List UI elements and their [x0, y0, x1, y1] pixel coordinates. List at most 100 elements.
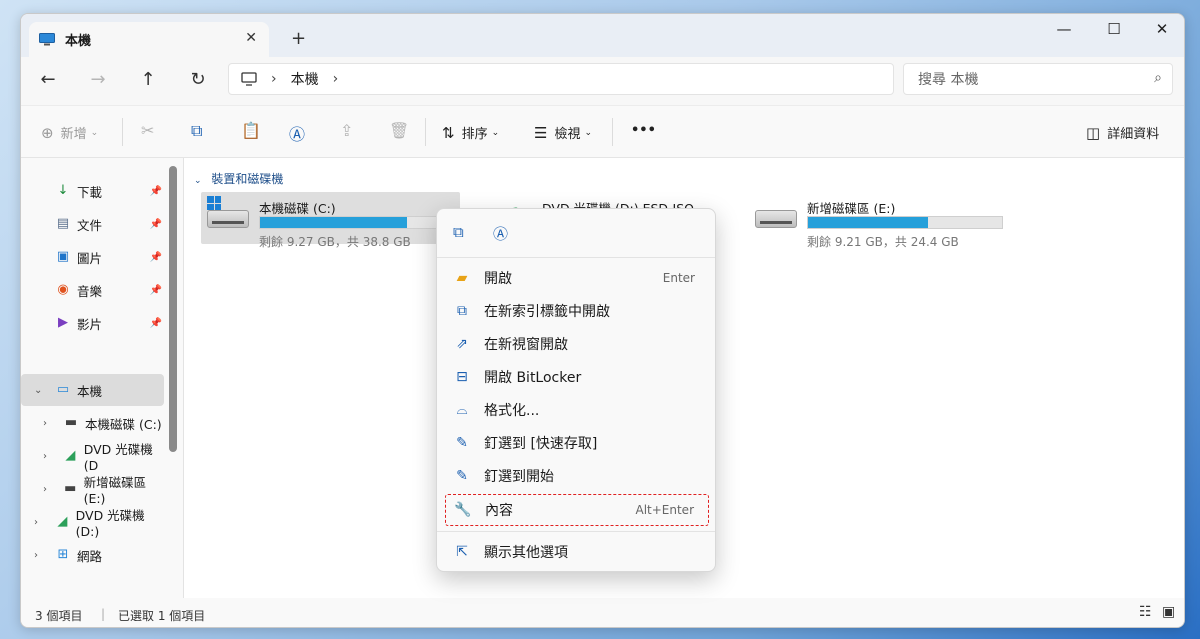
wrench-icon: 🔧 — [454, 502, 472, 518]
details-label: 詳細資料 — [1107, 127, 1160, 142]
dvd-icon: ◢ — [65, 448, 76, 463]
menu-item-label: 釘選到開始 — [484, 469, 554, 485]
pin-icon: 📌 — [149, 218, 162, 230]
sidebar-item-downloads[interactable]: ↓ 下載 📌 — [21, 175, 164, 207]
new-label: 新增 — [60, 127, 87, 142]
plus-circle-icon: ⊕ — [41, 123, 54, 142]
sort-button[interactable]: ⇅ 排序 ⌄ — [442, 123, 500, 143]
music-icon: ◉ — [57, 282, 69, 297]
sidebar-item-network[interactable]: › ⊞ 網路 — [21, 539, 164, 571]
chevron-down-icon[interactable]: ⌄ — [34, 385, 42, 396]
search-input[interactable]: 搜尋 本機 ⌕ — [903, 63, 1173, 95]
sort-label: 排序 — [461, 127, 488, 142]
close-button[interactable]: ✕ — [1139, 20, 1184, 38]
sidebar-item-label: 新增磁碟區 (E:) — [83, 475, 147, 506]
drive-usage-bar — [259, 216, 455, 229]
new-button[interactable]: ⊕ 新增 ⌄ — [41, 123, 98, 143]
download-icon: ↓ — [57, 183, 69, 198]
address-bar[interactable]: › 本機 › — [228, 63, 894, 95]
tiles-view-icon[interactable]: ▣ — [1162, 604, 1175, 620]
refresh-button[interactable]: ↻ — [183, 69, 213, 90]
maximize-button[interactable]: ☐ — [1091, 20, 1137, 38]
share-icon[interactable]: ⇪ — [340, 121, 353, 140]
chevron-right-icon[interactable]: › — [43, 451, 47, 462]
tab-this-pc[interactable]: 本機 ✕ — [29, 22, 269, 57]
menu-item-bitlocker[interactable]: ⊟ 開啟 BitLocker — [445, 362, 709, 392]
format-icon: ⌓ — [456, 402, 468, 418]
menu-item-properties[interactable]: 🔧 內容 Alt+Enter — [445, 494, 709, 526]
sidebar-item-music[interactable]: ◉ 音樂 📌 — [21, 274, 164, 306]
sidebar-item-pictures[interactable]: ▣ 圖片 📌 — [21, 241, 164, 273]
menu-item-open-new-window[interactable]: ⇗ 在新視窗開啟 — [445, 329, 709, 359]
breadcrumb-separator: › — [271, 71, 277, 87]
group-header-label: 裝置和磁碟機 — [211, 172, 284, 186]
sidebar-item-drive-c[interactable]: › ▬ 本機磁碟 (C:) — [21, 407, 164, 439]
tab-close-icon[interactable]: ✕ — [245, 30, 257, 46]
sidebar-item-documents[interactable]: ▤ 文件 📌 — [21, 208, 164, 240]
windows-logo-icon — [207, 196, 221, 210]
menu-item-label: 開啟 — [484, 271, 512, 287]
sidebar-item-drive-e[interactable]: › ▬ 新增磁碟區 (E:) — [21, 473, 164, 506]
copy-icon[interactable]: ⧉ — [453, 223, 464, 241]
sidebar-item-label: 本機磁碟 (C:) — [85, 416, 162, 432]
details-view-icon[interactable]: ☷ — [1139, 604, 1152, 620]
sidebar-item-label: 圖片 — [77, 250, 103, 266]
menu-item-pin-quick-access[interactable]: ✎ 釘選到 [快速存取] — [445, 428, 709, 458]
paste-icon[interactable]: 📋 — [241, 121, 261, 140]
group-header[interactable]: ⌄ 裝置和磁碟機 — [194, 170, 283, 187]
back-button[interactable]: ← — [33, 69, 63, 90]
new-window-icon: ⇗ — [456, 336, 468, 352]
sidebar-item-dvd-root[interactable]: › ◢ DVD 光碟機 (D:) — [21, 506, 164, 539]
menu-item-label: 開啟 BitLocker — [484, 370, 582, 386]
chevron-down-icon: ⌄ — [584, 127, 593, 138]
sidebar-scrollbar[interactable] — [169, 166, 177, 452]
details-pane-button[interactable]: ◫ 詳細資料 — [1086, 123, 1160, 143]
new-tab-button[interactable]: + — [291, 28, 306, 49]
up-button[interactable]: ↑ — [133, 69, 163, 90]
menu-item-label: 釘選到 [快速存取] — [484, 436, 598, 452]
menu-item-open-new-tab[interactable]: ⧉ 在新索引標籤中開啟 — [445, 296, 709, 326]
menu-item-format[interactable]: ⌓ 格式化... — [445, 395, 709, 425]
drive-icon — [207, 210, 249, 228]
chevron-right-icon[interactable]: › — [34, 517, 38, 528]
chevron-right-icon[interactable]: › — [34, 550, 38, 561]
divider — [122, 118, 123, 146]
copy-icon[interactable]: ⧉ — [191, 121, 202, 141]
rename-icon[interactable]: Ⓐ — [289, 121, 305, 145]
view-button[interactable]: ☰ 檢視 ⌄ — [534, 123, 593, 143]
menu-item-show-more-options[interactable]: ⇱ 顯示其他選項 — [445, 537, 709, 567]
drive-tile-e[interactable]: 新增磁碟區 (E:) 剩餘 9.21 GB，共 24.4 GB — [749, 192, 1009, 249]
chevron-right-icon[interactable]: › — [43, 484, 47, 495]
delete-icon[interactable]: 🗑 — [389, 121, 409, 140]
status-bar: 3 個項目 | 已選取 1 個項目 ☷ ▣ — [21, 598, 1184, 627]
sidebar-item-label: 影片 — [77, 316, 103, 332]
chevron-right-icon[interactable]: › — [43, 418, 47, 429]
menu-item-label: 內容 — [485, 503, 513, 519]
sidebar-item-videos[interactable]: ▶ 影片 📌 — [21, 307, 164, 339]
chevron-down-icon: ⌄ — [491, 127, 500, 138]
rename-icon[interactable]: Ⓐ — [493, 223, 508, 244]
search-placeholder: 搜尋 本機 — [918, 72, 979, 88]
divider — [425, 118, 426, 146]
sidebar-item-this-pc[interactable]: ⌄ ▭ 本機 — [21, 374, 164, 406]
menu-item-open[interactable]: ▰ 開啟 Enter — [445, 263, 709, 293]
minimize-button[interactable]: — — [1041, 20, 1087, 38]
drive-icon — [755, 210, 797, 228]
context-menu: ⧉ Ⓐ ▰ 開啟 Enter ⧉ 在新索引標籤中開啟 ⇗ 在新視窗開啟 ⊟ 開啟… — [436, 208, 716, 572]
drive-tile-c[interactable]: 本機磁碟 (C:) 剩餘 9.27 GB，共 38.8 GB — [201, 192, 460, 249]
forward-button[interactable]: → — [83, 69, 113, 90]
menu-item-pin-start[interactable]: ✎ 釘選到開始 — [445, 461, 709, 491]
details-pane-icon: ◫ — [1086, 123, 1101, 142]
sort-icon: ⇅ — [442, 123, 455, 142]
breadcrumb-item[interactable]: 本機 — [291, 69, 319, 89]
sidebar-item-label: 下載 — [77, 184, 103, 200]
cut-icon[interactable]: ✂ — [141, 121, 154, 140]
drive-usage-fill — [808, 217, 929, 228]
sidebar-item-dvd-drive[interactable]: › ◢ DVD 光碟機 (D — [21, 440, 164, 473]
folder-open-icon: ▰ — [456, 270, 468, 286]
breadcrumb-separator[interactable]: › — [333, 71, 339, 87]
sidebar-item-label: 音樂 — [77, 283, 103, 299]
navigation-bar: ← → ↑ ↻ › 本機 › 搜尋 本機 ⌕ — [21, 57, 1184, 105]
sidebar-item-label: DVD 光碟機 (D:) — [75, 508, 145, 539]
more-options-button[interactable]: ••• — [631, 123, 656, 138]
